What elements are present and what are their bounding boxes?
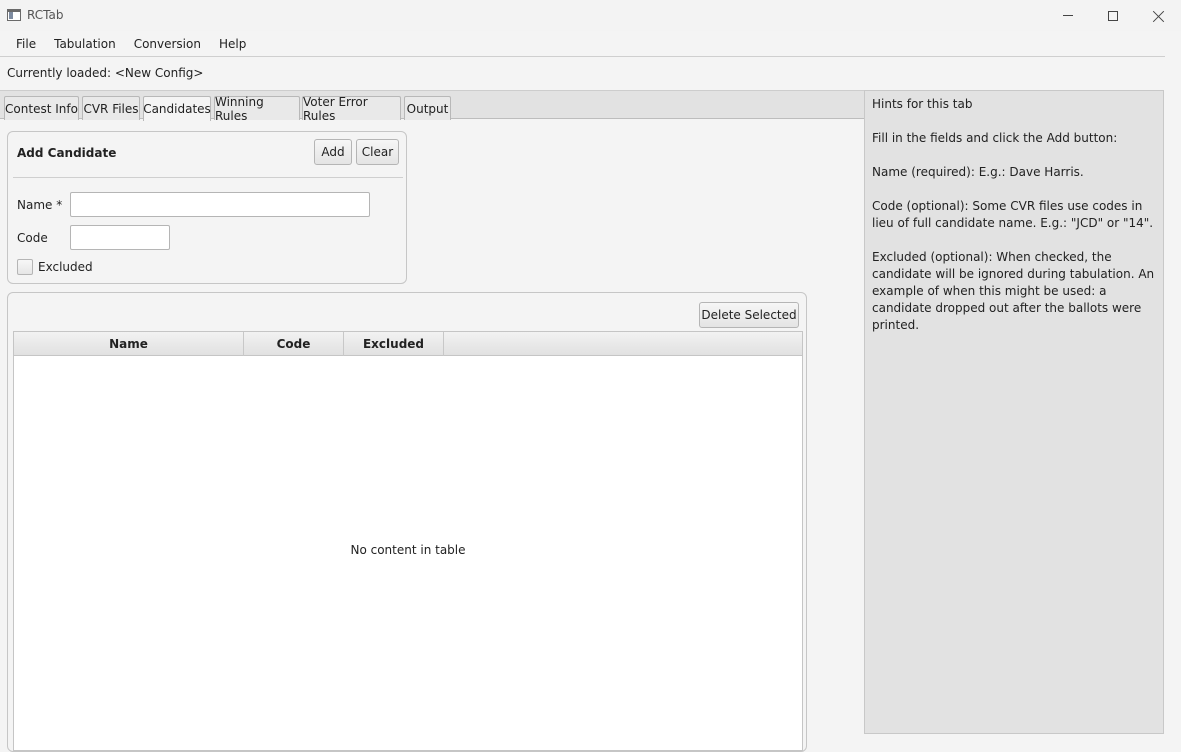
code-input[interactable] — [70, 225, 170, 250]
tab-contest-info[interactable]: Contest Info — [4, 96, 79, 120]
name-label: Name * — [17, 198, 63, 212]
tab-output[interactable]: Output — [404, 96, 451, 120]
maximize-icon — [1108, 10, 1118, 21]
hints-panel: Hints for this tab Fill in the fields an… — [864, 90, 1164, 734]
table-header: Name Code Excluded — [14, 332, 802, 356]
hint-paragraph: Excluded (optional): When checked, the c… — [872, 250, 1155, 332]
menu-tabulation[interactable]: Tabulation — [45, 31, 125, 57]
code-label: Code — [17, 231, 48, 245]
candidates-table[interactable]: Name Code Excluded No content in table — [13, 331, 803, 751]
menu-bar: File Tabulation Conversion Help — [0, 31, 1165, 57]
app-icon — [7, 9, 21, 21]
tab-winning-rules[interactable]: Winning Rules — [214, 95, 300, 123]
excluded-checkbox[interactable] — [17, 259, 33, 275]
name-input[interactable] — [70, 192, 370, 217]
tab-voter-error-rules[interactable]: Voter Error Rules — [302, 95, 401, 123]
minimize-icon — [1063, 15, 1073, 16]
menu-help[interactable]: Help — [210, 31, 255, 57]
empty-table-message: No content in table — [350, 543, 466, 557]
divider — [13, 177, 403, 178]
close-icon — [1153, 10, 1165, 22]
currently-loaded-label: Currently loaded: <New Config> — [7, 66, 204, 80]
hint-paragraph: Fill in the fields and click the Add but… — [872, 131, 1118, 145]
maximize-button[interactable] — [1090, 0, 1136, 31]
candidates-table-panel: Delete Selected Name Code Excluded No co… — [7, 292, 807, 752]
menu-file[interactable]: File — [7, 31, 45, 57]
delete-selected-button[interactable]: Delete Selected — [699, 302, 799, 328]
add-button[interactable]: Add — [314, 139, 352, 165]
excluded-label[interactable]: Excluded — [38, 260, 93, 274]
add-candidate-title: Add Candidate — [17, 146, 117, 160]
tab-cvr-files[interactable]: CVR Files — [82, 96, 140, 120]
column-header-name[interactable]: Name — [14, 332, 244, 356]
minimize-button[interactable] — [1045, 0, 1091, 31]
column-header-code[interactable]: Code — [244, 332, 344, 356]
title-bar: RCTab — [0, 0, 1181, 31]
column-header-excluded[interactable]: Excluded — [344, 332, 444, 356]
close-button[interactable] — [1136, 0, 1181, 31]
tab-bar: Contest Info CVR Files Candidates Winnin… — [0, 90, 865, 123]
tab-candidates[interactable]: Candidates — [143, 96, 211, 121]
hint-paragraph: Code (optional): Some CVR files use code… — [872, 199, 1154, 230]
add-candidate-panel: Add Candidate Add Clear Name * Code Excl… — [7, 131, 407, 284]
clear-button[interactable]: Clear — [356, 139, 399, 165]
window-title: RCTab — [27, 8, 64, 22]
hint-paragraph: Name (required): E.g.: Dave Harris. — [872, 165, 1084, 179]
menu-conversion[interactable]: Conversion — [125, 31, 210, 57]
hints-title: Hints for this tab — [872, 97, 973, 111]
